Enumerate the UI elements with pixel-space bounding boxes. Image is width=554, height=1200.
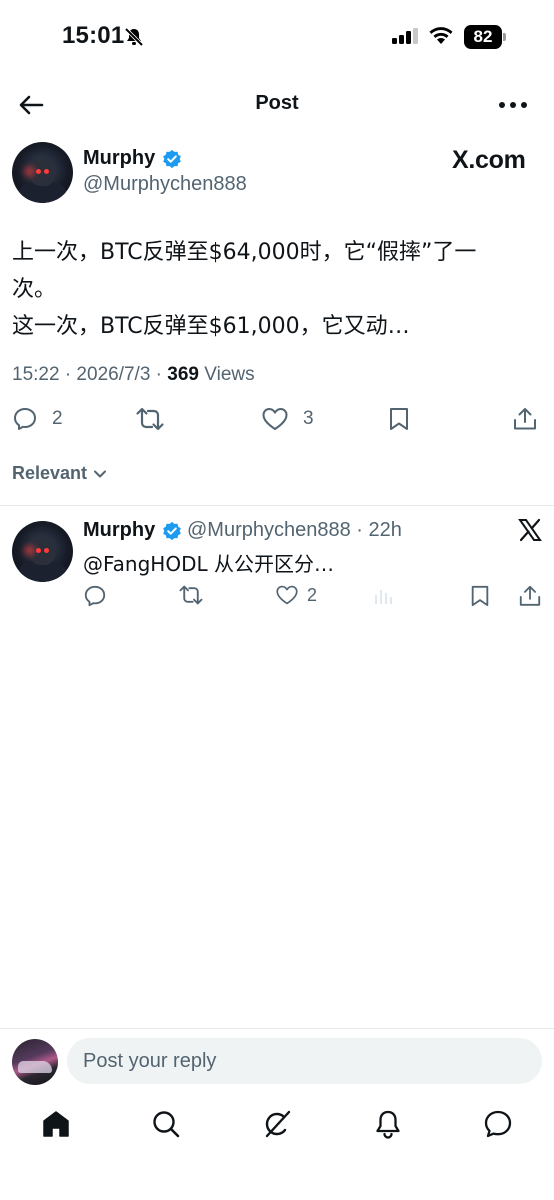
reply-icon: [84, 585, 106, 607]
reply-share-button[interactable]: [518, 584, 542, 608]
chevron-down-icon: [94, 470, 107, 477]
verified-badge-icon: [163, 521, 181, 541]
bell-icon[interactable]: [372, 1108, 404, 1140]
bookmark-icon: [390, 408, 408, 430]
post-text-line: 这一次，BTC反弹至$61,000，它又动…: [12, 314, 410, 339]
reply-button[interactable]: 2: [12, 406, 63, 432]
reply-reply-button[interactable]: [83, 584, 107, 608]
reply-count: 2: [52, 408, 63, 429]
author-handle[interactable]: @Murphychen888: [83, 173, 247, 196]
bookmark-button[interactable]: [387, 406, 411, 432]
reply-like-count: 2: [307, 584, 318, 605]
views-label: Views: [198, 364, 255, 385]
author-name[interactable]: Murphy: [83, 147, 155, 170]
verified-badge-icon: [163, 149, 181, 169]
avatar-eye: [43, 547, 49, 553]
status-time: 15:01: [62, 22, 125, 49]
reply-bookmark-button[interactable]: [469, 584, 491, 608]
post-meta: 15:22 · 2026/7/3 · 369 Views: [12, 364, 255, 386]
post-text-line: 上一次，BTC反弹至$64,000时，它“假摔”了一: [12, 240, 477, 265]
reply-composer: Post your reply: [0, 1028, 554, 1094]
post-actions: 2 3: [0, 400, 554, 440]
source-badge: X.com: [452, 146, 526, 174]
views-count[interactable]: 369: [167, 364, 199, 385]
like-button[interactable]: 3: [261, 406, 314, 432]
sort-replies-button[interactable]: Relevant: [12, 463, 107, 484]
reply-repost-button[interactable]: [178, 584, 204, 606]
like-count: 3: [303, 408, 314, 429]
reply-meta: @Murphychen888 · 22h: [187, 519, 402, 541]
wifi-icon: [429, 27, 453, 44]
post-header: Post: [0, 80, 554, 130]
divider: [0, 505, 554, 506]
reply-actions: 2: [0, 582, 554, 612]
current-user-avatar[interactable]: [12, 1039, 58, 1085]
reply-author-name[interactable]: Murphy: [83, 519, 155, 542]
bottom-tab-bar: [0, 1100, 554, 1150]
bell-muted-icon: [124, 27, 144, 47]
battery-level: 82: [464, 25, 502, 49]
author-avatar[interactable]: [12, 142, 73, 203]
avatar-car-shape: [18, 1061, 52, 1073]
share-button[interactable]: [512, 406, 538, 432]
grok-icon[interactable]: [261, 1108, 293, 1140]
battery-tip: [503, 33, 506, 41]
reply-author-avatar[interactable]: [12, 521, 73, 582]
reply-text: @FangHODL 从公开区分…: [83, 552, 334, 576]
more-horizontal-icon[interactable]: [498, 100, 528, 110]
cellular-signal-icon: [392, 28, 418, 44]
post-text-line: 次。: [12, 277, 57, 302]
reply-input[interactable]: Post your reply: [67, 1038, 542, 1084]
reply-like-button[interactable]: 2: [275, 584, 317, 606]
search-icon[interactable]: [150, 1108, 182, 1140]
share-icon: [514, 408, 536, 430]
x-logo-icon: [518, 518, 542, 542]
reply-icon: [14, 408, 36, 430]
post-timestamp: 15:22 · 2026/7/3 ·: [12, 364, 168, 385]
bookmark-icon: [471, 585, 489, 607]
reply-analytics-button[interactable]: [372, 584, 394, 606]
heart-icon: [276, 585, 298, 605]
post-text: 上一次，BTC反弹至$64,000时，它“假摔”了一 次。 这一次，BTC反弹至…: [12, 234, 532, 345]
avatar-eye: [43, 168, 49, 174]
battery-indicator: 82: [464, 25, 506, 49]
sort-label: Relevant: [12, 463, 88, 483]
status-bar: 15:01 82: [0, 0, 554, 76]
home-icon[interactable]: [40, 1108, 72, 1140]
heart-icon: [262, 408, 288, 430]
repost-icon: [136, 407, 164, 431]
page-title: Post: [255, 92, 299, 114]
share-icon: [519, 585, 541, 606]
message-icon[interactable]: [482, 1108, 514, 1140]
repost-button[interactable]: [135, 406, 165, 432]
repost-icon: [179, 585, 203, 605]
analytics-icon: [375, 590, 392, 604]
